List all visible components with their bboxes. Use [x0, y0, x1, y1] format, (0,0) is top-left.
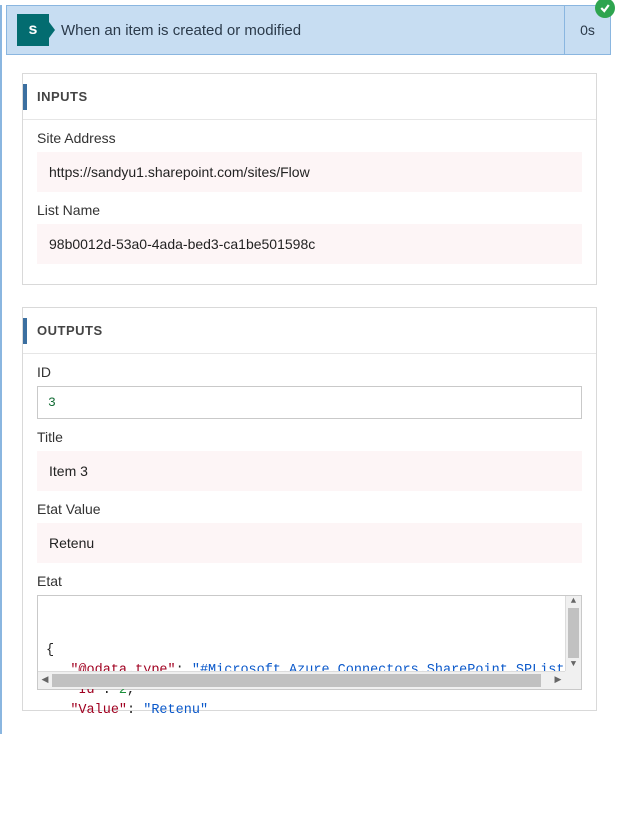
etat-value-label: Etat Value [37, 501, 582, 517]
site-address-value[interactable]: https://sandyu1.sharepoint.com/sites/Flo… [37, 152, 582, 192]
field-site-address: Site Address https://sandyu1.sharepoint.… [37, 130, 582, 192]
trigger-title: When an item is created or modified [61, 22, 600, 39]
field-etat-value: Etat Value Retenu [37, 501, 582, 563]
title-value[interactable]: Item 3 [37, 451, 582, 491]
sharepoint-icon-letter: s [29, 21, 38, 39]
panel-accent [23, 84, 27, 110]
inputs-panel-header: INPUTS [23, 74, 596, 120]
success-status-badge [595, 0, 615, 18]
horizontal-scrollbar-thumb[interactable] [52, 674, 541, 687]
site-address-label: Site Address [37, 130, 582, 146]
field-etat: Etat { "@odata.type": "#Microsoft.Azure.… [37, 573, 582, 690]
panel-accent [23, 318, 27, 344]
field-id: ID 3 [37, 364, 582, 419]
scroll-down-icon[interactable]: ▼ [566, 659, 581, 671]
etat-json-box[interactable]: { "@odata.type": "#Microsoft.Azure.Conne… [37, 595, 582, 690]
title-label: Title [37, 429, 582, 445]
list-name-value[interactable]: 98b0012d-53a0-4ada-bed3-ca1be501598c [37, 224, 582, 264]
sharepoint-icon: s [17, 14, 49, 46]
id-label: ID [37, 364, 582, 380]
etat-label: Etat [37, 573, 582, 589]
trigger-header[interactable]: s When an item is created or modified 0s [6, 5, 611, 55]
outputs-panel-header: OUTPUTS [23, 308, 596, 354]
vertical-scrollbar-thumb[interactable] [568, 608, 579, 658]
outputs-panel-title: OUTPUTS [37, 323, 103, 338]
scroll-right-icon[interactable]: ▶ [551, 672, 565, 689]
horizontal-scrollbar[interactable]: ◀ ▶ [38, 671, 565, 689]
scroll-up-icon[interactable]: ▲ [566, 596, 581, 608]
etat-value-value[interactable]: Retenu [37, 523, 582, 563]
id-value[interactable]: 3 [37, 386, 582, 419]
scroll-left-icon[interactable]: ◀ [38, 672, 52, 689]
scrollbar-corner [565, 671, 581, 689]
field-title: Title Item 3 [37, 429, 582, 491]
check-icon [599, 2, 611, 14]
list-name-label: List Name [37, 202, 582, 218]
vertical-scrollbar[interactable]: ▲ ▼ [565, 596, 581, 671]
field-list-name: List Name 98b0012d-53a0-4ada-bed3-ca1be5… [37, 202, 582, 264]
inputs-panel: INPUTS Site Address https://sandyu1.shar… [22, 73, 597, 285]
outputs-panel: OUTPUTS ID 3 Title Item 3 Etat Value Ret… [22, 307, 597, 711]
inputs-panel-title: INPUTS [37, 89, 88, 104]
